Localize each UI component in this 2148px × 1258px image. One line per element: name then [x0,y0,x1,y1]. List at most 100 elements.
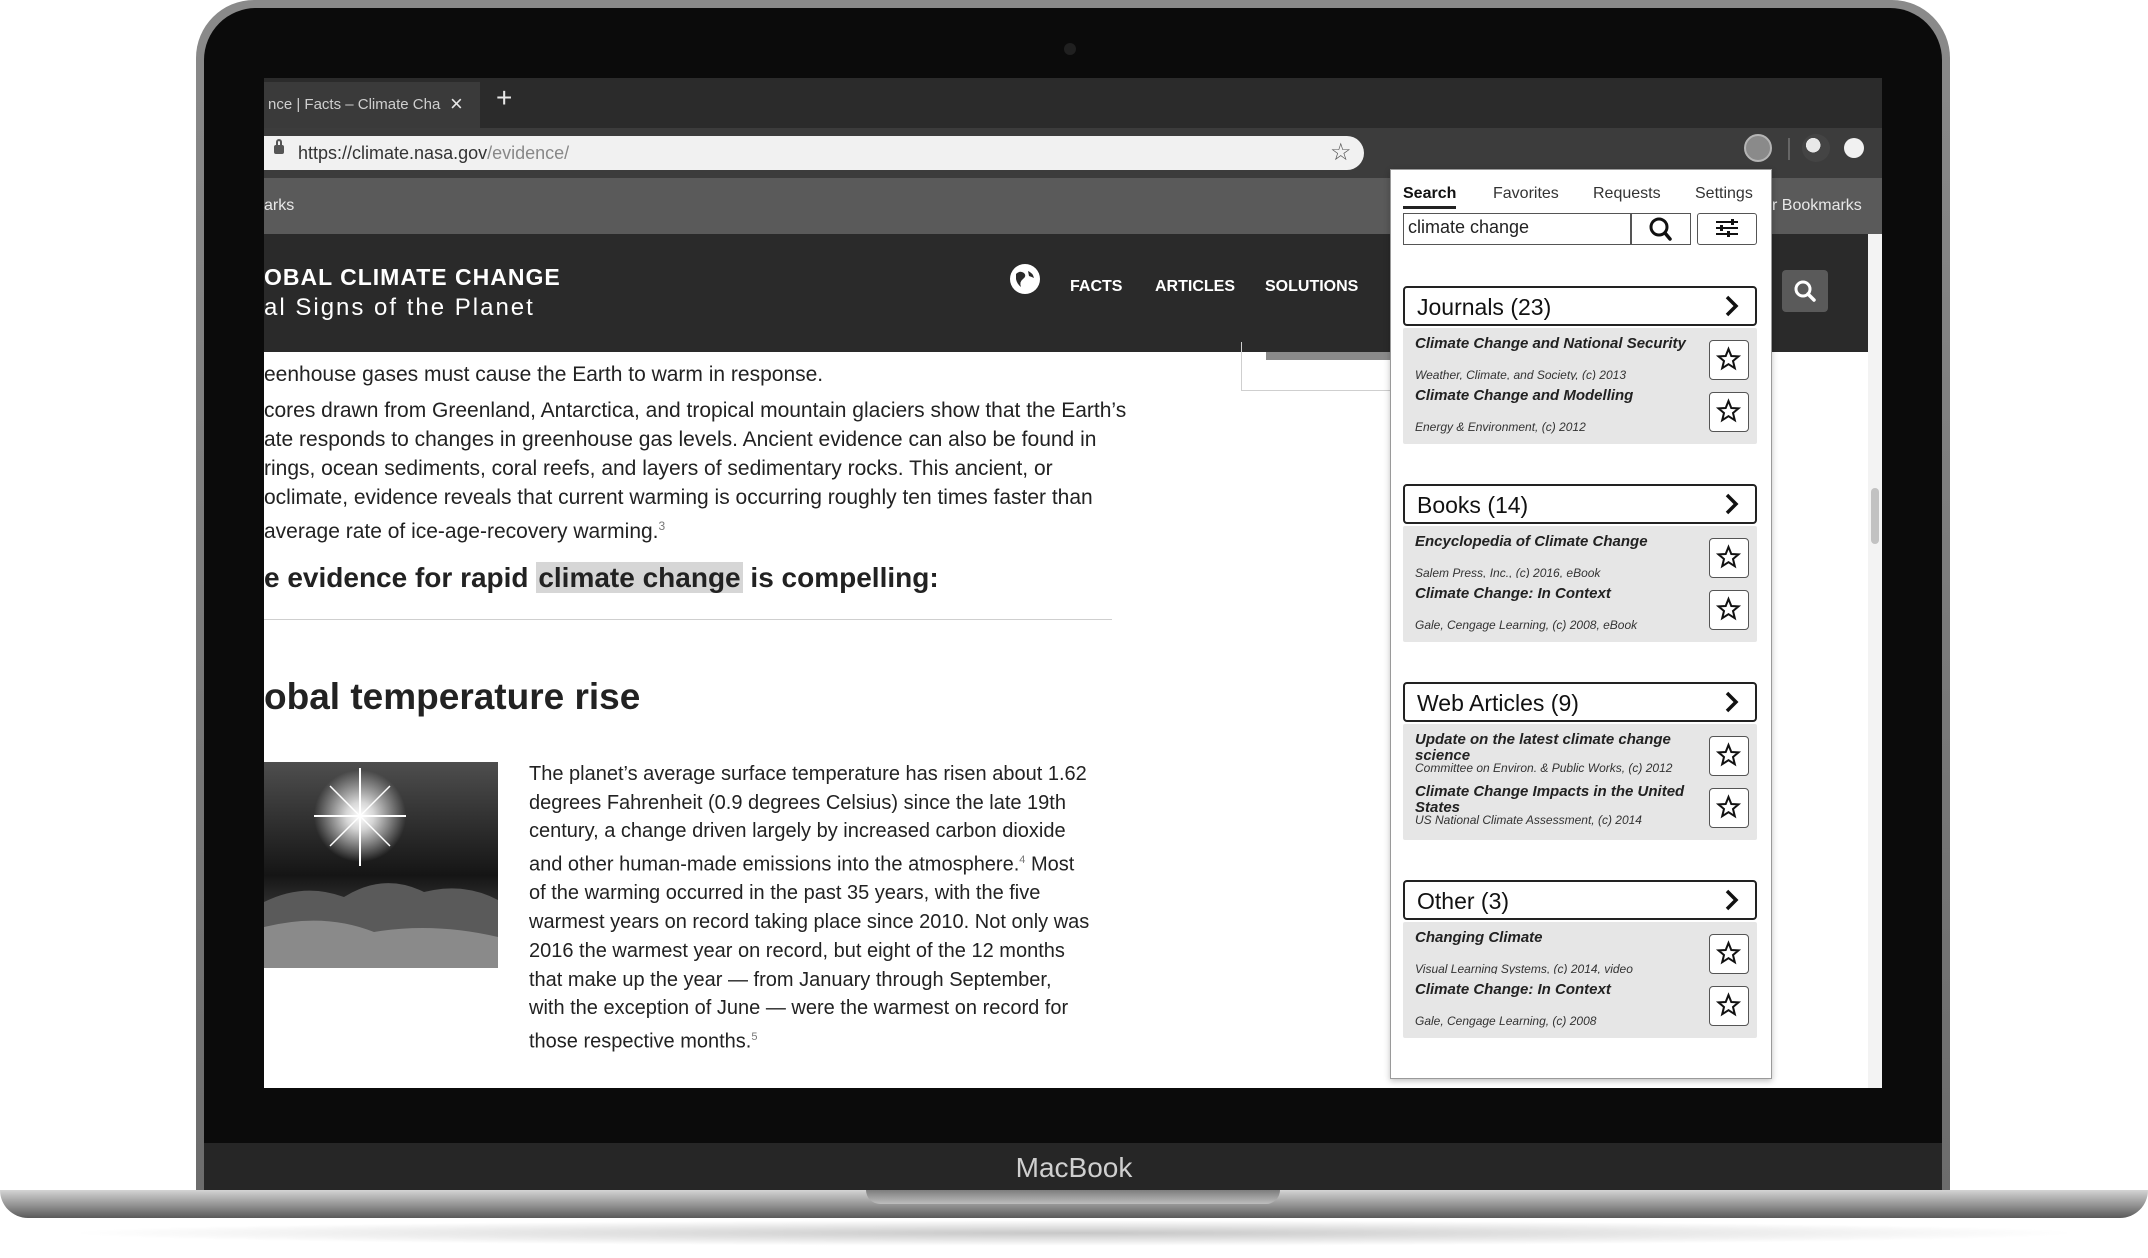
body-line: of the warming occurred in the past 35 y… [529,882,1041,905]
category-label: Books (14) [1417,492,1529,518]
result-title: Changing Climate [1415,929,1543,946]
lock-icon [274,139,284,154]
category-label: Other (3) [1417,888,1510,914]
category-journals[interactable]: Journals (23) [1403,286,1757,326]
favorite-button[interactable] [1709,934,1749,974]
sun-image [264,768,498,968]
result-meta: US National Climate Assessment, (c) 2014 [1415,813,1642,827]
body-line: those respective months.5 [529,1023,1089,1056]
search-icon [1794,280,1816,302]
body-line: with the exception of June — were the wa… [529,997,1069,1020]
footnote-5[interactable]: 5 [751,1031,757,1043]
site-search-button[interactable] [1782,270,1828,312]
other-bookmarks[interactable]: r Bookmarks [1772,197,1862,215]
star-icon [1715,992,1742,1017]
favorite-button[interactable] [1709,392,1749,432]
laptop-shadow [60,1220,2088,1246]
site-subtitle: al Signs of the Planet [264,294,535,321]
toolbar-divider [1788,138,1790,160]
body-line: degrees Fahrenheit (0.9 degrees Celsius)… [529,791,1066,814]
body-line-text: those respective months. [529,1030,752,1053]
body-line: and other human-made emissions into the … [529,846,1089,879]
result-title: Climate Change: In Context [1415,981,1611,998]
star-icon [1715,794,1742,819]
new-tab-icon[interactable]: + [496,82,512,114]
result-meta: Gale, Cengage Learning, (c) 2008 [1415,1014,1597,1028]
bookmarks-label[interactable]: arks [264,197,294,215]
star-icon [1715,346,1742,371]
nav-articles[interactable]: ARTICLES [1155,278,1235,296]
sidebar-card [1241,342,1395,391]
para-line: cores drawn from Greenland, Antarctica, … [264,399,1127,422]
globe-extension-icon[interactable] [1802,134,1830,162]
body-line-tail: Most [1025,853,1075,876]
para-line: average rate of ice-age-recovery warming… [264,512,665,546]
nav-solutions[interactable]: SOLUTIONS [1265,278,1358,296]
para-line: ate responds to changes in greenhouse ga… [264,428,1097,451]
base-notch [866,1190,1280,1204]
favorite-button[interactable] [1709,736,1749,776]
browser-tab[interactable]: nce | Facts – Climate Cha × [264,82,480,128]
evidence-heading: e evidence for rapid climate change is c… [264,562,939,594]
camera [1064,43,1076,55]
result-item[interactable]: Climate Change: In Context Gale, Cengage… [1403,974,1757,1038]
result-title: Climate Change: In Context [1415,585,1611,602]
favorite-button[interactable] [1709,986,1749,1026]
search-highlight: climate change [536,562,743,593]
footnote-3[interactable]: 3 [659,519,666,533]
star-icon [1715,940,1742,965]
close-icon[interactable]: × [450,91,463,117]
category-other[interactable]: Other (3) [1403,880,1757,920]
site-title[interactable]: OBAL CLIMATE CHANGE [264,264,561,291]
favorite-button[interactable] [1709,788,1749,828]
result-meta: Committee on Environ. & Public Works, (c… [1415,761,1673,775]
chevron-right-icon [1725,691,1739,713]
star-icon [1715,596,1742,621]
result-title: Climate Change and National Security [1415,335,1686,352]
category-web-articles[interactable]: Web Articles (9) [1403,682,1757,722]
screen: nce | Facts – Climate Cha × + https://cl… [264,78,1882,1088]
profile-icon[interactable] [1844,138,1864,158]
tab-settings[interactable]: Settings [1695,185,1753,203]
sliders-icon [1716,219,1738,237]
bookmark-star-icon[interactable]: ☆ [1330,138,1352,167]
extension-icon[interactable] [1744,134,1772,162]
star-icon [1715,544,1742,569]
result-meta: Energy & Environment, (c) 2012 [1415,420,1586,434]
earth-icon[interactable] [1008,262,1042,296]
body-line: that make up the year — from January thr… [529,968,1052,991]
section-heading: obal temperature rise [264,676,641,717]
device-brand: MacBook [1015,1152,1133,1183]
result-item[interactable]: Climate Change Impacts in the United Sta… [1403,776,1757,840]
chevron-right-icon [1725,295,1739,317]
search-input[interactable]: climate change [1403,213,1631,245]
sun-photo [264,762,498,968]
result-item[interactable]: Climate Change: In Context Gale, Cengage… [1403,578,1757,642]
url-text: https://climate.nasa.gov/evidence/ [298,143,569,164]
result-item[interactable]: Climate Change and Modelling Energy & En… [1403,380,1757,444]
search-button[interactable] [1631,213,1691,245]
result-title: Encyclopedia of Climate Change [1415,533,1648,550]
nav-facts[interactable]: FACTS [1070,278,1122,296]
search-icon [1649,217,1672,241]
chevron-right-icon [1725,493,1739,515]
category-label: Journals (23) [1417,294,1552,320]
chevron-right-icon [1725,889,1739,911]
page-scrollbar[interactable] [1868,234,1882,1088]
tab-requests[interactable]: Requests [1593,185,1661,203]
category-books[interactable]: Books (14) [1403,484,1757,524]
address-bar[interactable]: https://climate.nasa.gov/evidence/ ☆ [264,136,1364,170]
result-meta: Gale, Cengage Learning, (c) 2008, eBook [1415,618,1638,632]
result-title: Update on the latest climate change scie… [1415,731,1671,764]
tab-search[interactable]: Search [1403,185,1457,209]
filter-button[interactable] [1697,213,1757,245]
result-title: Climate Change and Modelling [1415,387,1634,404]
tab-favorites[interactable]: Favorites [1493,185,1559,203]
body-line: The planet’s average surface temperature… [529,763,1087,785]
scrollbar-thumb[interactable] [1871,488,1879,544]
para-line: rings, ocean sediments, coral reefs, and… [264,457,1053,480]
favorite-button[interactable] [1709,340,1749,380]
favorite-button[interactable] [1709,538,1749,578]
favorite-button[interactable] [1709,590,1749,630]
body-line: warmest years on record taking place sin… [529,911,1090,934]
